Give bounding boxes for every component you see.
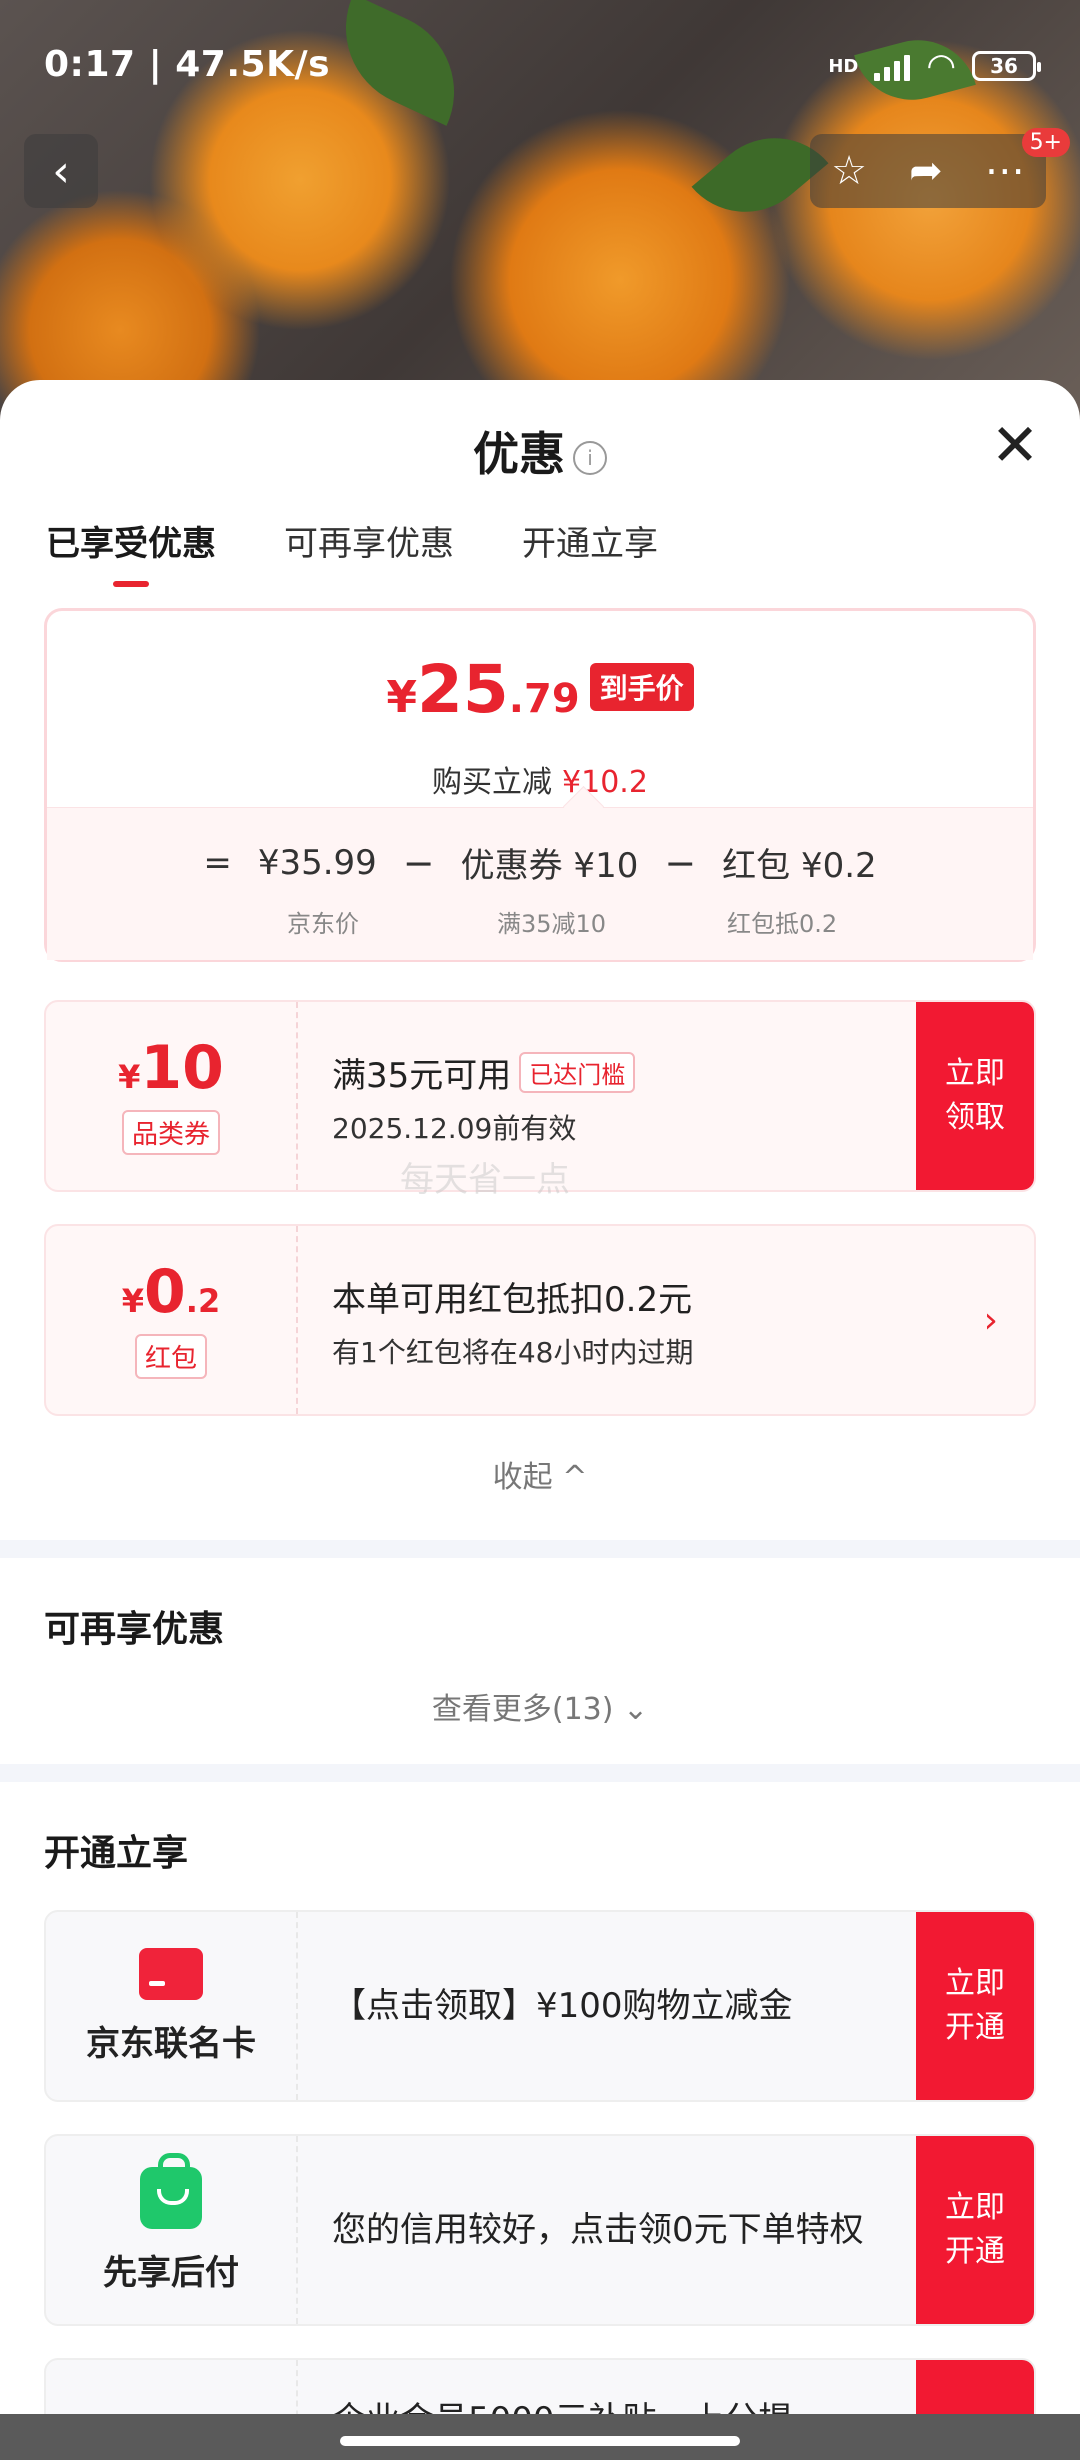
back-button[interactable]: ‹ bbox=[24, 134, 98, 208]
header-actions: ☆ ➦ ⋯ bbox=[810, 134, 1046, 208]
jd-price: ¥35.99 bbox=[257, 842, 377, 883]
offer-description: 【点击领取】¥100购物立减金 bbox=[332, 1986, 793, 2026]
claim-button-label: 立即 领取 bbox=[945, 1056, 1005, 1135]
home-indicator[interactable] bbox=[340, 2436, 740, 2446]
minus-sign: − bbox=[402, 840, 435, 885]
pay-later-offer: 先享后付 您的信用较好，点击领0元下单特权 立即 开通 bbox=[44, 2134, 1036, 2326]
coupon-details: 满35元可用 已达门槛 2025.12.09前有效 bbox=[332, 1048, 636, 1147]
close-button[interactable]: ✕ bbox=[990, 416, 1040, 474]
shopping-bag-icon bbox=[140, 2152, 202, 2229]
section-divider bbox=[0, 1764, 1080, 1782]
redpack-deduction: 红包 ¥0.2 bbox=[722, 846, 877, 886]
instant-reduction: 购买立减 ¥10.2 bbox=[47, 757, 1033, 801]
open-button-label: 立即 开通 bbox=[945, 1966, 1005, 2045]
credit-card-icon bbox=[139, 1947, 203, 2000]
sheet-title: 优惠 i bbox=[0, 418, 1080, 484]
tab-more-discounts[interactable]: 可再享优惠 bbox=[284, 516, 454, 587]
open-button-label: 立即 开通 bbox=[945, 2190, 1005, 2269]
tab-open-enjoy[interactable]: 开通立享 bbox=[522, 516, 658, 587]
more-icon[interactable]: ⋯ bbox=[985, 148, 1025, 194]
final-price-card: ¥25.79 到手价 购买立减 ¥10.2 = ¥35.99 − 优惠券 ¥10 −… bbox=[44, 608, 1036, 962]
info-icon[interactable]: i bbox=[573, 440, 607, 475]
redpack-value-area: ¥0.2 红包 bbox=[46, 1226, 298, 1414]
status-bar: 0:17 | 47.5K/s HD ◠ 36 bbox=[0, 0, 1080, 130]
coupon-condition: 满35元可用 已达门槛 bbox=[332, 1048, 636, 1097]
coupon-currency: ¥ bbox=[118, 1057, 141, 1096]
signal-icon bbox=[874, 51, 911, 81]
redpack-value: 0 bbox=[144, 1256, 186, 1327]
coupon-validity: 2025.12.09前有效 bbox=[332, 1112, 577, 1145]
coupon-title: 满35元可用 bbox=[332, 1056, 512, 1096]
discount-sheet: 优惠 i ✕ 已享受优惠 可再享优惠 开通立享 ¥25.79 到手价 购买立减 ¥10… bbox=[0, 380, 1080, 2460]
view-more-link[interactable]: 查看更多(13) ⌄ bbox=[0, 1684, 1080, 1728]
more-discounts-title: 可再享优惠 bbox=[44, 1609, 225, 1650]
chevron-right-icon: › bbox=[983, 1300, 998, 1341]
redpack-title: 本单可用红包抵扣0.2元 bbox=[332, 1280, 693, 1320]
chevron-left-icon: ‹ bbox=[52, 145, 70, 197]
redpack-caption: 红包抵0.2 bbox=[727, 910, 838, 938]
redpack-type-label: 红包 bbox=[134, 1333, 207, 1379]
tab-bar: 已享受优惠 可再享优惠 开通立享 bbox=[46, 516, 658, 587]
battery-icon: 36 bbox=[972, 51, 1041, 81]
share-icon[interactable]: ➦ bbox=[909, 148, 943, 194]
wifi-icon: ◠ bbox=[926, 46, 956, 86]
coupon-amount: ¥10 bbox=[118, 1038, 224, 1098]
offer-description: 您的信用较好，点击领0元下单特权 bbox=[332, 2210, 864, 2250]
claim-coupon-button[interactable]: 立即 领取 bbox=[916, 1002, 1034, 1190]
redpack-decimal: .2 bbox=[185, 1281, 221, 1320]
redpack-amount: ¥0.2 bbox=[122, 1262, 220, 1322]
close-icon: ✕ bbox=[990, 411, 1040, 479]
tab-enjoyed[interactable]: 已享受优惠 bbox=[46, 516, 216, 587]
jd-price-caption: 京东价 bbox=[287, 910, 359, 938]
jd-cobrand-card-offer: 京东联名卡 【点击领取】¥100购物立减金 立即 开通 bbox=[44, 1910, 1036, 2102]
network-label: HD bbox=[828, 55, 859, 77]
redpack-row[interactable]: ¥0.2 红包 本单可用红包抵扣0.2元 有1个红包将在48小时内过期 › bbox=[44, 1224, 1036, 1416]
coupon-caption: 满35减10 bbox=[497, 910, 607, 938]
price-breakdown: = ¥35.99 − 优惠券 ¥10 − 红包 ¥0.2 京东价 满35减10 … bbox=[47, 807, 1033, 960]
final-price: ¥25.79 到手价 bbox=[47, 651, 1033, 728]
status-icons: HD ◠ 36 bbox=[828, 46, 1041, 86]
price-integer: 25 bbox=[416, 651, 509, 728]
price-decimal: .79 bbox=[508, 676, 580, 722]
coupon-deduction: 优惠券 ¥10 bbox=[460, 846, 639, 886]
coupon-value: 10 bbox=[140, 1032, 224, 1103]
star-icon[interactable]: ☆ bbox=[831, 148, 867, 194]
minus-sign: − bbox=[664, 840, 697, 885]
threshold-met-tag: 已达门槛 bbox=[519, 1052, 636, 1093]
offer-name: 先享后付 bbox=[103, 2252, 239, 2293]
reduction-label: 购买立减 bbox=[432, 765, 553, 800]
collapse-button[interactable]: 收起 ^ bbox=[0, 1452, 1080, 1496]
redpack-currency: ¥ bbox=[121, 1281, 145, 1320]
open-now-button[interactable]: 立即 开通 bbox=[916, 2136, 1034, 2324]
sheet-title-text: 优惠 bbox=[473, 427, 565, 481]
battery-level: 36 bbox=[990, 54, 1018, 78]
redpack-details: 本单可用红包抵扣0.2元 有1个红包将在48小时内过期 bbox=[332, 1272, 693, 1371]
coupon-type-label: 品类券 bbox=[121, 1109, 220, 1155]
open-now-button[interactable]: 立即 开通 bbox=[916, 1912, 1034, 2100]
watermark: 每天省一点 bbox=[400, 1160, 570, 1200]
offer-brand: 先享后付 bbox=[46, 2136, 298, 2324]
section-divider bbox=[0, 1540, 1080, 1558]
notification-badge: 5+ bbox=[1021, 128, 1070, 157]
offer-name: 京东联名卡 bbox=[86, 2023, 256, 2064]
offer-brand: 京东联名卡 bbox=[46, 1912, 298, 2100]
equals-sign: = bbox=[203, 842, 232, 883]
final-price-tag: 到手价 bbox=[589, 663, 694, 711]
status-time: 0:17 | 47.5K/s bbox=[44, 44, 331, 85]
price-currency: ¥ bbox=[386, 672, 417, 723]
open-enjoy-title: 开通立享 bbox=[44, 1833, 189, 1874]
price-formula: = ¥35.99 − 优惠券 ¥10 − 红包 ¥0.2 bbox=[47, 838, 1033, 887]
coupon-value-area: ¥10 品类券 bbox=[46, 1002, 298, 1190]
redpack-expiry: 有1个红包将在48小时内过期 bbox=[332, 1336, 694, 1369]
